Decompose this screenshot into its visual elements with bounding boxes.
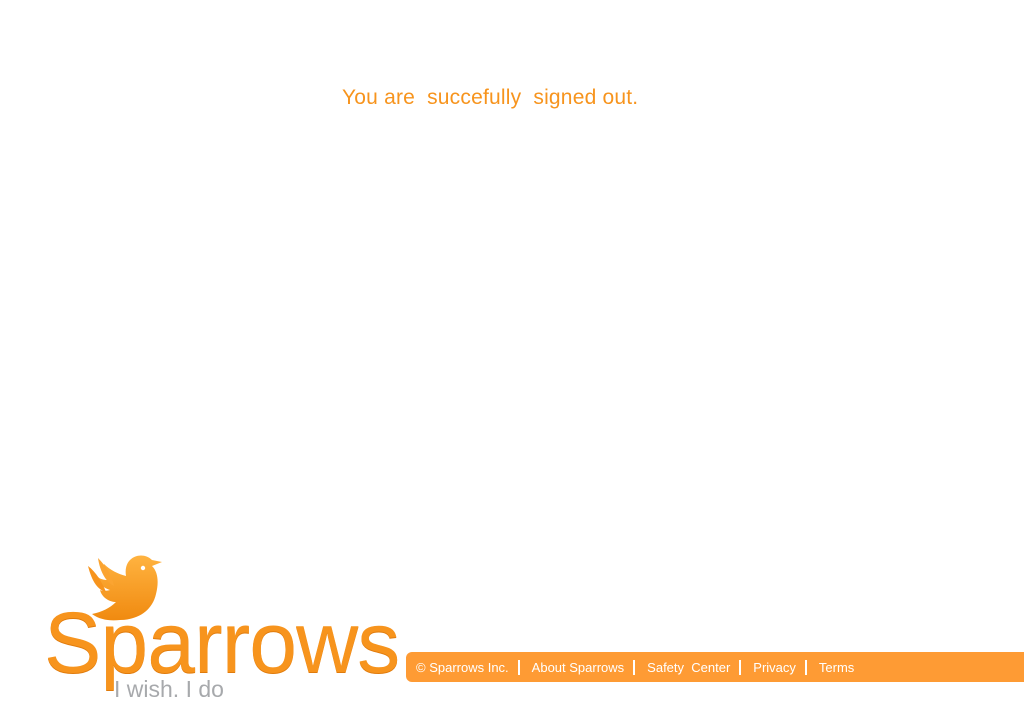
footer-divider bbox=[739, 659, 742, 675]
safety-center-link[interactable]: Safety Center bbox=[647, 660, 730, 675]
footer-bar: © Sparrows Inc. About Sparrows Safety Ce… bbox=[406, 652, 1024, 682]
footer-divider bbox=[633, 659, 636, 675]
brand-name: Sparrows bbox=[44, 595, 400, 691]
footer-divider bbox=[804, 659, 807, 675]
brand-tagline: I wish. I do bbox=[114, 676, 224, 702]
privacy-link[interactable]: Privacy bbox=[753, 660, 796, 675]
about-sparrows-link[interactable]: About Sparrows bbox=[532, 660, 625, 675]
sparrows-logo: Sparrows I wish. I do bbox=[44, 554, 404, 714]
footer-divider bbox=[517, 659, 520, 675]
copyright-text: © Sparrows Inc. bbox=[416, 659, 509, 675]
terms-link[interactable]: Terms bbox=[819, 660, 854, 675]
signout-message: You are succefully signed out. bbox=[342, 86, 639, 109]
signed-out-page: You are succefully signed out. Sparrows … bbox=[0, 0, 1024, 728]
